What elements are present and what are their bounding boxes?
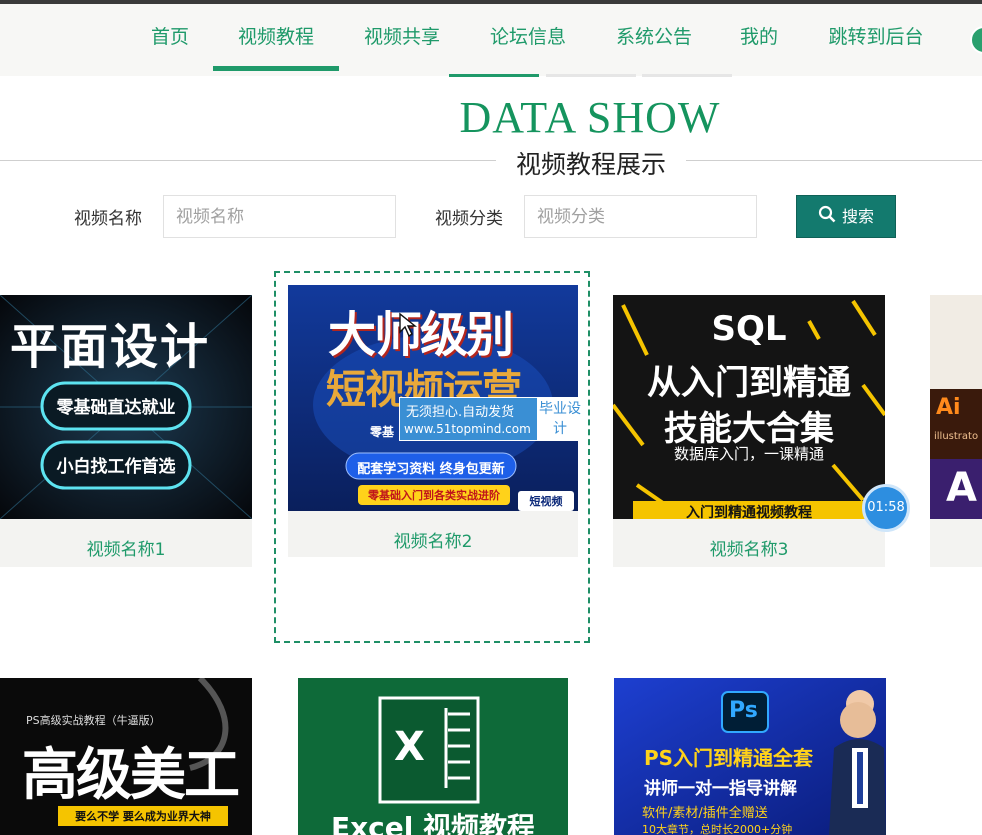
poster-tag: 零基 [370, 425, 395, 439]
excel-icon: X [394, 724, 425, 770]
poster-corner: 短视频 [529, 495, 563, 508]
poster-letter: Ai [936, 395, 961, 420]
nav-announcements[interactable]: 系统公告 [610, 22, 698, 72]
poster-bar: 入门到精通视频教程 [686, 505, 812, 519]
search-icon [818, 197, 836, 238]
nav-home[interactable]: 首页 [146, 22, 194, 72]
video-card[interactable]: X Excel 视频教程 [298, 678, 568, 835]
poster-bar: 要么不学 要么成为业界大神 [75, 810, 211, 823]
video-category-input[interactable] [524, 195, 757, 238]
poster-bar: 零基础入门到各类实战进阶 [368, 489, 500, 502]
video-card[interactable]: SQL 从入门到精通 技能大合集 数据库入门，一课精通 入门到精通视频教程 视频… [613, 295, 885, 567]
nav-video-tutorials[interactable]: 视频教程 [213, 22, 339, 72]
video-card[interactable]: Ps PS入门到精通全套 讲师一对一指导讲解 软件/素材/插件全赠送 10大章节… [614, 678, 886, 835]
video-thumbnail[interactable]: Ai illustrato A [930, 295, 982, 519]
video-thumbnail[interactable]: X Excel 视频教程 [298, 678, 568, 835]
poster-small: illustrato [934, 431, 979, 442]
search-button-label: 搜索 [841, 207, 874, 226]
poster-pill: 零基础直达就业 [56, 398, 176, 418]
nav-forum[interactable]: 论坛信息 [484, 22, 572, 72]
poster-title: Excel 视频教程 [330, 811, 536, 835]
poster-banner: 配套学习资料 终身包更新 [357, 462, 505, 477]
poster-title: PS入门到精通全套 [644, 746, 814, 770]
poster-tag: 软件/素材/插件全赠送 [642, 806, 768, 821]
section-heading-en: DATA SHOW [459, 93, 721, 142]
poster-pill: 小白找工作首选 [56, 457, 176, 477]
stamp-url: www.51topmind.com [404, 422, 531, 436]
section-heading-cn: 视频教程展示 [496, 145, 686, 181]
recording-timer: 01:58 [862, 484, 910, 532]
video-thumbnail[interactable]: PS高级实战教程（牛逼版） 高级美工 要么不学 要么成为业界大神 [0, 678, 252, 835]
poster-foot: 10大章节，总时长2000+分钟 [642, 823, 793, 835]
poster-line: 数据库入门，一课精通 [673, 445, 824, 463]
heading-rule-right [686, 160, 982, 161]
poster-line: SQL [711, 309, 787, 349]
video-thumbnail[interactable]: SQL 从入门到精通 技能大合集 数据库入门，一课精通 入门到精通视频教程 [613, 295, 885, 519]
stamp-line: 无须担心.自动发货 [406, 405, 515, 420]
watermark-stamp: 无须担心.自动发货 www.51topmind.com 毕业设计 [399, 397, 583, 441]
poster-title: 大师级别 [328, 307, 514, 363]
poster-small: PS高级实战教程（牛逼版） [26, 714, 161, 727]
poster-line: 从入门到精通 [647, 363, 851, 403]
poster-title: 平面设计 [10, 319, 211, 375]
main-nav: 首页 视频教程 视频共享 论坛信息 系统公告 我的 跳转到后台 [0, 4, 982, 76]
video-card[interactable]: PS高级实战教程（牛逼版） 高级美工 要么不学 要么成为业界大神 [0, 678, 252, 835]
nav-mine[interactable]: 我的 [736, 22, 782, 72]
cursor-icon [399, 312, 417, 338]
nav-video-sharing[interactable]: 视频共享 [358, 22, 446, 72]
video-name-label: 视频名称 [74, 209, 142, 229]
video-card[interactable]: 平面设计 零基础直达就业 小白找工作首选 视频名称1 [0, 295, 252, 567]
video-title[interactable]: 视频名称3 [613, 535, 885, 560]
poster-letter: A [946, 465, 977, 511]
video-title[interactable]: 视频名称2 [288, 527, 578, 552]
tab-indicator-idle [546, 74, 636, 77]
avatar[interactable] [970, 26, 982, 54]
video-title[interactable]: 视频名称1 [0, 535, 252, 560]
tab-indicator [449, 74, 539, 77]
photoshop-icon: Ps [729, 698, 758, 723]
nav-admin[interactable]: 跳转到后台 [820, 22, 932, 72]
video-category-label: 视频分类 [435, 209, 503, 229]
video-card[interactable]: Ai illustrato A [930, 295, 982, 567]
tab-indicator-idle [642, 74, 732, 77]
poster-title: 高级美工 [22, 743, 240, 808]
video-thumbnail[interactable]: Ps PS入门到精通全套 讲师一对一指导讲解 软件/素材/插件全赠送 10大章节… [614, 678, 886, 835]
search-button[interactable]: 搜索 [796, 195, 896, 238]
stamp-side: 毕业设计 [536, 398, 583, 440]
video-thumbnail[interactable]: 平面设计 零基础直达就业 小白找工作首选 [0, 295, 252, 519]
heading-rule-left [0, 160, 496, 161]
poster-subtitle: 讲师一对一指导讲解 [644, 779, 797, 799]
video-name-input[interactable] [163, 195, 396, 238]
